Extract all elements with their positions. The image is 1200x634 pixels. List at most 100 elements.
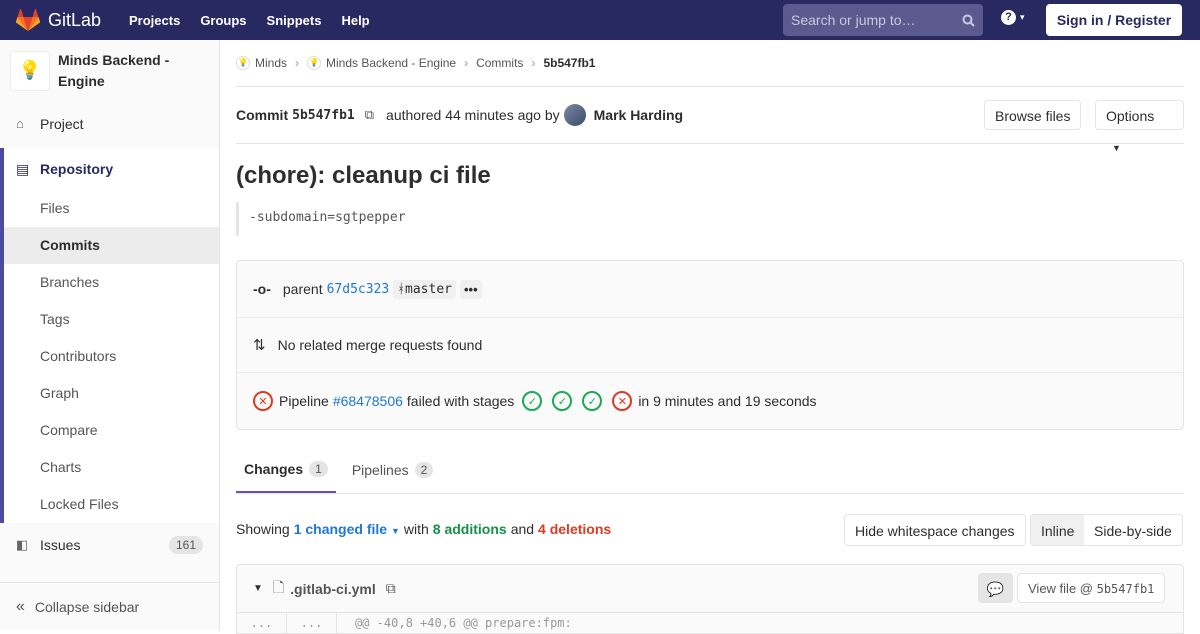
merge-requests-text: No related merge requests found xyxy=(277,337,483,353)
document-icon: ▤ xyxy=(16,160,30,177)
sidebar-item-locked-files[interactable]: Locked Files xyxy=(4,486,219,523)
branch-icon: ᚼ xyxy=(397,281,406,297)
breadcrumb-project[interactable]: Minds Backend - Engine xyxy=(326,56,456,70)
chevron-right-icon: › xyxy=(531,56,536,70)
commit-info-box: -o- parent 67d5c323 ᚼmaster ••• ⇅ No rel… xyxy=(236,260,1184,430)
author-avatar[interactable] xyxy=(563,104,586,126)
sidebar-item-graph[interactable]: Graph xyxy=(4,375,219,412)
breadcrumb-commits[interactable]: Commits xyxy=(476,56,523,70)
sidebar-item-label: Repository xyxy=(40,161,114,177)
caret-down-icon[interactable]: ▼ xyxy=(253,583,263,594)
sign-in-button[interactable]: Sign in / Register xyxy=(1046,4,1182,36)
additions-count: 8 additions xyxy=(432,521,507,537)
showing-text: Showing xyxy=(236,521,290,537)
tab-pipelines[interactable]: Pipelines 2 xyxy=(344,447,442,493)
commit-title: (chore): cleanup ci file xyxy=(236,162,491,189)
new-line-number: ... xyxy=(287,613,337,633)
diff-summary: Showing 1 changed file ▼ with 8 addition… xyxy=(236,494,1184,564)
sidebar-item-commits[interactable]: Commits xyxy=(4,227,219,264)
view-file-label: View file @ xyxy=(1028,581,1093,596)
parent-sha-link[interactable]: 67d5c323 xyxy=(327,282,390,297)
project-avatar: 💡 xyxy=(10,50,50,91)
sidebar-project-header[interactable]: 💡 Minds Backend - Engine xyxy=(0,40,219,101)
search-input[interactable]: Search or jump to… xyxy=(783,4,983,36)
changed-files-dropdown[interactable]: 1 changed file ▼ xyxy=(294,521,400,537)
caret-down-icon: ▼ xyxy=(1112,143,1121,153)
pipeline-status: failed with stages xyxy=(406,393,515,409)
commit-label: Commit xyxy=(236,107,289,123)
parent-row: -o- parent 67d5c323 ᚼmaster ••• xyxy=(237,261,1183,318)
main-content: 💡 Minds › 💡 Minds Backend - Engine › Com… xyxy=(236,40,1184,634)
deletions-count: 4 deletions xyxy=(538,521,612,537)
double-chevron-left-icon: « xyxy=(16,597,25,615)
nav-snippets[interactable]: Snippets xyxy=(267,13,322,28)
stage-passed-icon[interactable]: ✓ xyxy=(522,391,543,411)
tab-label: Pipelines xyxy=(351,462,409,478)
breadcrumb-current[interactable]: 5b547fb1 xyxy=(543,56,595,70)
stage-passed-icon[interactable]: ✓ xyxy=(552,391,573,411)
hunk-header: @@ -40,8 +40,6 @@ prepare:fpm: xyxy=(355,616,572,630)
stage-failed-icon[interactable]: ✕ xyxy=(612,391,633,411)
nav-projects[interactable]: Projects xyxy=(129,13,180,28)
sidebar-item-repository[interactable]: ▤ Repository xyxy=(4,148,219,190)
authored-text: authored 44 minutes ago by xyxy=(386,107,560,123)
nav-help[interactable]: Help xyxy=(341,13,369,28)
sidebar-repository-group: ▤ Repository Files Commits Branches Tags… xyxy=(0,148,219,523)
comment-toggle-button[interactable]: 💬 xyxy=(978,573,1013,603)
and-text: and xyxy=(510,521,535,537)
browse-files-button[interactable]: Browse files xyxy=(984,100,1082,130)
sidebar-item-issues[interactable]: ◧ Issues 161 xyxy=(0,526,219,563)
inline-view-button[interactable]: Inline xyxy=(1030,514,1086,546)
view-file-sha: 5b547fb1 xyxy=(1096,582,1155,596)
with-text: with xyxy=(403,521,429,537)
comment-icon: 💬 xyxy=(986,581,1005,597)
branch-tag[interactable]: ᚼmaster xyxy=(393,279,456,299)
options-dropdown[interactable]: Options ▼ xyxy=(1095,100,1184,153)
pipeline-label: Pipeline xyxy=(279,393,329,409)
pipeline-failed-icon[interactable]: ✕ xyxy=(253,391,273,411)
sidebar-item-label: Issues xyxy=(40,536,81,553)
sidebar-item-tags[interactable]: Tags xyxy=(4,301,219,338)
sidebar-item-compare[interactable]: Compare xyxy=(4,412,219,449)
commit-sha: 5b547fb1 xyxy=(292,107,355,123)
merge-request-icon: ⇅ xyxy=(253,337,266,354)
sidebar-item-contributors[interactable]: Contributors xyxy=(4,338,219,375)
collapse-label: Collapse sidebar xyxy=(34,598,140,615)
gitlab-logo-icon xyxy=(16,9,40,31)
sidebar-item-branches[interactable]: Branches xyxy=(4,264,219,301)
copy-icon[interactable]: ⧉ xyxy=(365,107,374,123)
pipeline-link[interactable]: #68478506 xyxy=(333,393,403,409)
group-avatar-icon: 💡 xyxy=(236,56,250,70)
view-file-button[interactable]: View file @ 5b547fb1 xyxy=(1017,573,1166,603)
search-icon xyxy=(962,14,975,27)
tab-label: Changes xyxy=(244,461,304,477)
gitlab-brand[interactable]: GitLab xyxy=(16,9,121,31)
sidebar-item-charts[interactable]: Charts xyxy=(4,449,219,486)
caret-down-icon: ▼ xyxy=(390,526,400,536)
nav-groups[interactable]: Groups xyxy=(200,13,246,28)
collapse-sidebar-button[interactable]: « Collapse sidebar xyxy=(0,582,219,630)
file-icon: 🗋 xyxy=(272,578,285,595)
issues-count-badge: 161 xyxy=(168,535,203,554)
copy-icon[interactable]: ⧉ xyxy=(386,580,396,597)
hide-whitespace-button[interactable]: Hide whitespace changes xyxy=(844,514,1026,546)
sidebar-item-project[interactable]: ⌂ Project xyxy=(0,105,219,142)
project-name: Minds Backend - Engine xyxy=(58,51,170,89)
chevron-right-icon: › xyxy=(464,56,469,70)
sidebar-item-files[interactable]: Files xyxy=(4,190,219,227)
pipeline-duration: in 9 minutes and 19 seconds xyxy=(638,393,817,409)
help-dropdown[interactable]: ? ▾ xyxy=(1001,10,1025,25)
sidebar-item-label: Project xyxy=(40,115,84,132)
tab-changes[interactable]: Changes 1 xyxy=(236,447,336,493)
project-sidebar: 💡 Minds Backend - Engine ⌂ Project ▤ Rep… xyxy=(0,40,220,630)
chevron-down-icon: ▾ xyxy=(1020,12,1025,22)
top-navbar: GitLab Projects Groups Snippets Help Sea… xyxy=(0,0,1200,40)
diff-file-header: ▼ 🗋 .gitlab-ci.yml ⧉ 💬 View file @ 5b547… xyxy=(236,564,1184,612)
breadcrumb-group[interactable]: Minds xyxy=(255,56,287,70)
more-refs-button[interactable]: ••• xyxy=(460,279,482,299)
side-by-side-button[interactable]: Side-by-side xyxy=(1084,514,1183,546)
file-name[interactable]: .gitlab-ci.yml xyxy=(290,581,376,597)
commit-description: -subdomain=sgtpepper xyxy=(236,202,1184,236)
stage-passed-icon[interactable]: ✓ xyxy=(582,391,603,411)
author-name[interactable]: Mark Harding xyxy=(594,107,683,123)
